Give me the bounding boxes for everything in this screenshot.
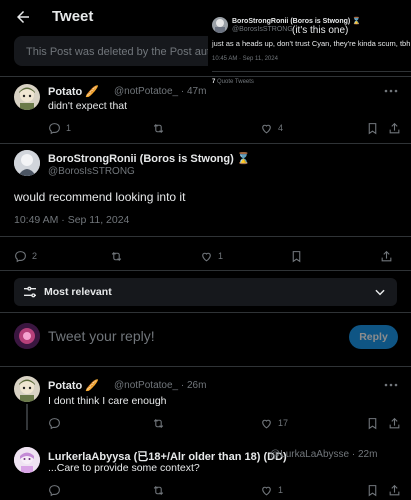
reply-sort-selector[interactable]: Most relevant [14,278,397,306]
like-button[interactable]: 4 [260,120,283,136]
tweet-text: just as a heads up, don't trust Cyan, th… [212,39,411,48]
author-handle[interactable]: @BorosIsSTRONG [48,166,135,177]
share-icon [389,417,400,428]
like-count: 4 [278,123,284,133]
heart-icon [262,124,271,133]
avatar[interactable] [14,447,40,473]
like-count: 17 [278,418,289,428]
divider [212,71,411,72]
timestamp: 10:45 AM · Sep 11, 2024 [212,56,278,62]
retweet-button[interactable] [152,415,170,431]
share-icon [381,250,392,261]
reply-button[interactable] [48,415,66,431]
like-count: 1 [278,485,284,495]
author-name[interactable]: Potato 🥖 [48,379,99,392]
tweet-text: would recommend looking into it [14,190,186,204]
reply-button[interactable]: 1 [48,120,71,136]
tweet-actions: 17 [48,415,400,431]
tweet-actions: 2 1 [14,248,398,264]
tweet-text: didn't expect that [48,100,128,112]
retweet-icon [153,418,164,428]
author-handle: @BorosIsSTRONG [232,26,293,33]
reply-button[interactable] [48,482,66,498]
heart-icon [202,252,211,261]
author-handle[interactable]: @notPotatoe_ · 26m [114,380,206,391]
chevron-down-icon [375,289,385,296]
bookmark-button[interactable] [366,415,384,431]
author-name[interactable]: Potato 🥖 [48,85,99,98]
thread-line [26,404,28,430]
share-icon [389,484,400,495]
retweet-button[interactable] [110,248,128,264]
divider [0,143,411,144]
bookmark-icon [292,250,301,262]
like-count: 1 [218,251,224,261]
share-button[interactable] [388,482,406,498]
reply-submit-button[interactable]: Reply [349,325,398,349]
retweet-icon [111,251,122,261]
tweet-actions: 1 4 [48,120,400,136]
reply-count: 2 [32,251,38,261]
tweet-actions: 1 [48,482,400,498]
reply-icon [49,122,60,134]
bookmark-button[interactable] [290,248,308,264]
bookmark-icon [368,484,377,496]
annotation-note: (it's this one) [292,25,349,36]
author-name[interactable]: BoroStrongRonii (Boros is Stwong) ⌛ [48,152,251,165]
share-icon [389,122,400,133]
avatar[interactable] [14,150,40,176]
reply-button[interactable]: 2 [14,248,37,264]
bookmark-icon [368,417,377,429]
reply-input[interactable]: Tweet your reply! [48,328,155,344]
like-button[interactable]: 17 [260,415,288,431]
author-name: BoroStrongRonii (Boros is Stwong) ⌛ [232,18,361,25]
reply-icon [49,484,60,496]
avatar [14,323,40,349]
retweet-button[interactable] [152,120,170,136]
reply-icon [49,417,60,429]
author-handle[interactable]: @notPotatoe_ · 47m [114,86,206,97]
share-button[interactable] [388,120,406,136]
back-arrow-icon[interactable] [14,8,32,26]
heart-icon [262,419,271,428]
avatar[interactable] [14,84,40,110]
reply-icon [15,250,26,262]
divider [0,270,411,271]
retweet-icon [153,123,164,133]
timestamp[interactable]: 10:49 AM · Sep 11, 2024 [14,214,129,226]
tweet-text: ...Care to provide some context? [48,462,200,474]
sort-label: Most relevant [44,286,112,298]
like-button[interactable]: 1 [200,248,223,264]
bookmark-button[interactable] [366,120,384,136]
retweet-icon [153,485,164,495]
more-options-icon[interactable] [384,380,398,390]
quote-tweets-count[interactable]: 7 Quote Tweets [212,79,254,85]
retweet-button[interactable] [152,482,170,498]
divider [0,76,411,77]
page-title: Tweet [52,8,94,25]
bookmark-button[interactable] [366,482,384,498]
share-button[interactable] [388,415,406,431]
tweet-text: I dont think I care enough [48,395,167,407]
divider [0,236,411,237]
avatar[interactable] [14,376,40,402]
sliders-icon [24,286,36,298]
like-button[interactable]: 1 [260,482,283,498]
heart-icon [262,486,271,495]
more-options-icon[interactable] [384,86,398,96]
author-handle[interactable]: @LurkaLaAbysse · 22m [270,449,377,460]
bookmark-icon [368,122,377,134]
quoted-tweet-overlay: BoroStrongRonii (Boros is Stwong) ⌛ @Bor… [208,11,411,115]
share-button[interactable] [380,248,398,264]
reply-count: 1 [66,123,72,133]
divider [0,366,411,367]
avatar [212,17,228,33]
divider [0,312,411,313]
